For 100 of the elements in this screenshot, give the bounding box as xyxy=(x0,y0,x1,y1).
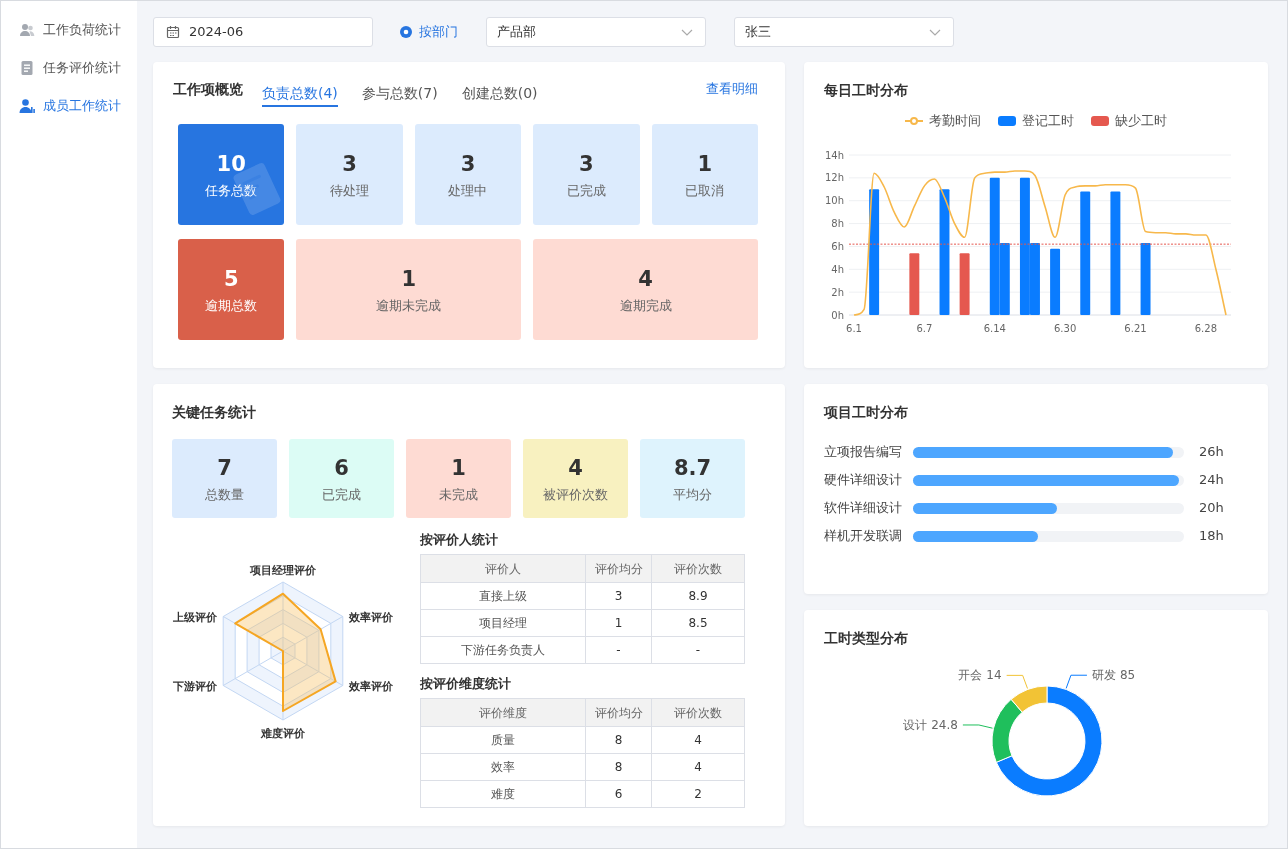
table-cell: 直接上级 xyxy=(420,582,586,610)
date-field[interactable]: 2024-06 xyxy=(153,17,373,47)
table-cell: 8 xyxy=(585,753,652,781)
column-header: 评价均分 xyxy=(585,554,652,583)
table-cell: 4 xyxy=(651,753,745,781)
table-cell: 8.9 xyxy=(651,582,745,610)
column-header: 评价均分 xyxy=(585,698,652,727)
table-title: 按评价人统计 xyxy=(420,531,499,549)
axis-label: 2h xyxy=(831,286,844,298)
stat-label: 待处理 xyxy=(330,182,370,199)
axis-label: 6.14 xyxy=(983,323,1006,334)
stat-label: 总数量 xyxy=(205,486,244,503)
stat-label: 逾期总数 xyxy=(205,297,258,314)
table-cell: 8 xyxy=(585,726,652,754)
stat-value: 1 xyxy=(451,454,466,481)
table-cell: 难度 xyxy=(420,780,586,808)
table-cell: - xyxy=(651,636,745,664)
card-title: 工时类型分布 xyxy=(824,629,909,648)
legend-swatch-icon xyxy=(998,116,1016,126)
stat-value: 3 xyxy=(460,150,476,177)
stat-value: 6 xyxy=(334,454,349,481)
hours-value: 24h xyxy=(1199,471,1224,490)
column-header: 评价人 xyxy=(420,554,586,583)
card-title: 工作项概览 xyxy=(173,80,243,99)
tab[interactable]: 创建总数(0) xyxy=(461,79,538,107)
dropdown-field[interactable]: 产品部 xyxy=(486,17,706,47)
project-name: 硬件详细设计 xyxy=(824,471,903,490)
slice-label: 研发 xyxy=(1091,668,1116,683)
legend-label: 缺少工时 xyxy=(1115,112,1167,131)
stat-label: 已完成 xyxy=(322,486,361,503)
axis-label: 6.21 xyxy=(1124,323,1147,334)
slice-value: 14 xyxy=(986,668,1002,683)
table-cell: 下游任务负责人 xyxy=(420,636,586,664)
axis-label: 6.30 xyxy=(1054,323,1077,334)
leader-line xyxy=(962,724,993,729)
stat-value: 7 xyxy=(217,454,232,481)
stat-label: 未完成 xyxy=(439,486,478,503)
stat-value: 3 xyxy=(342,150,357,177)
table-cell: 6 xyxy=(585,780,652,808)
project-name: 立项报告编写 xyxy=(824,443,903,462)
stat-value: 3 xyxy=(579,150,594,177)
slice-label: 设计 xyxy=(903,718,928,732)
table-title: 按评价维度统计 xyxy=(420,675,512,693)
axis-label: 难度评价 xyxy=(261,727,305,740)
table-cell: 效率 xyxy=(420,753,586,781)
axis-label: 8h xyxy=(831,218,844,230)
stat-label: 平均分 xyxy=(673,486,712,503)
sidebar-item[interactable]: 工作负荷统计 xyxy=(1,11,137,49)
stat-label: 逾期完成 xyxy=(619,297,672,314)
axis-label: 6.28 xyxy=(1194,323,1217,334)
axis-label: 效率评价 xyxy=(348,610,393,624)
slice-value: 85 xyxy=(1119,668,1136,683)
column-header: 评价次数 xyxy=(651,554,745,583)
tab[interactable]: 参与总数(7) xyxy=(361,79,438,107)
leader-line xyxy=(1065,674,1088,689)
slice-label: 开会 xyxy=(958,668,983,683)
stat-label: 已完成 xyxy=(566,182,606,199)
hours-value: 20h xyxy=(1199,499,1224,518)
sidebar-item[interactable]: 成员工作统计 xyxy=(1,87,137,125)
project-name: 软件详细设计 xyxy=(824,499,903,518)
chevron-down-icon xyxy=(929,28,941,36)
chevron-down-icon xyxy=(681,28,693,36)
stat-label: 处理中 xyxy=(448,182,488,199)
calendar-icon xyxy=(166,25,180,39)
column-header: 评价维度 xyxy=(420,698,586,727)
stat-value: 1 xyxy=(697,150,713,177)
axis-label: 6.7 xyxy=(916,323,933,334)
leader-line xyxy=(1006,674,1028,689)
axis-label: 项目经理评价 xyxy=(250,564,316,577)
axis-label: 下游评价 xyxy=(173,679,218,693)
legend-swatch-icon xyxy=(1091,116,1109,126)
stat-label: 逾期未完成 xyxy=(376,297,442,314)
bar xyxy=(1050,248,1061,315)
stat-value: 4 xyxy=(638,265,653,292)
table-cell: 质量 xyxy=(420,726,586,754)
card-title: 关键任务统计 xyxy=(172,403,257,422)
axis-label: 14h xyxy=(824,149,844,161)
dropdown-field[interactable]: 张三 xyxy=(734,17,954,47)
axis-label: 上级评价 xyxy=(173,610,218,624)
bar xyxy=(909,253,920,315)
user-icon xyxy=(19,98,35,114)
details-link[interactable]: 查看明细 xyxy=(706,79,758,99)
table-cell: 4 xyxy=(651,726,745,754)
stat-label: 被评价次数 xyxy=(543,486,608,503)
table-cell: 1 xyxy=(585,609,652,637)
sidebar-item[interactable]: 任务评价统计 xyxy=(1,49,137,87)
hours-value: 26h xyxy=(1199,443,1224,462)
tab[interactable]: 负责总数(4) xyxy=(262,79,338,107)
slice-value: 24.8 xyxy=(931,718,958,732)
axis-label: 4h xyxy=(831,263,844,275)
department-radio[interactable]: 按部门 xyxy=(400,22,458,42)
stat-value: 1 xyxy=(401,265,417,292)
document-icon xyxy=(19,60,35,76)
axis-label: 效率评价 xyxy=(348,679,393,693)
legend-label: 登记工时 xyxy=(1022,112,1074,131)
table-cell: 3 xyxy=(585,582,652,610)
stat-value: 4 xyxy=(568,454,583,481)
card-title: 每日工时分布 xyxy=(824,81,909,100)
bar xyxy=(959,253,970,315)
stat-value: 8.7 xyxy=(673,454,712,481)
